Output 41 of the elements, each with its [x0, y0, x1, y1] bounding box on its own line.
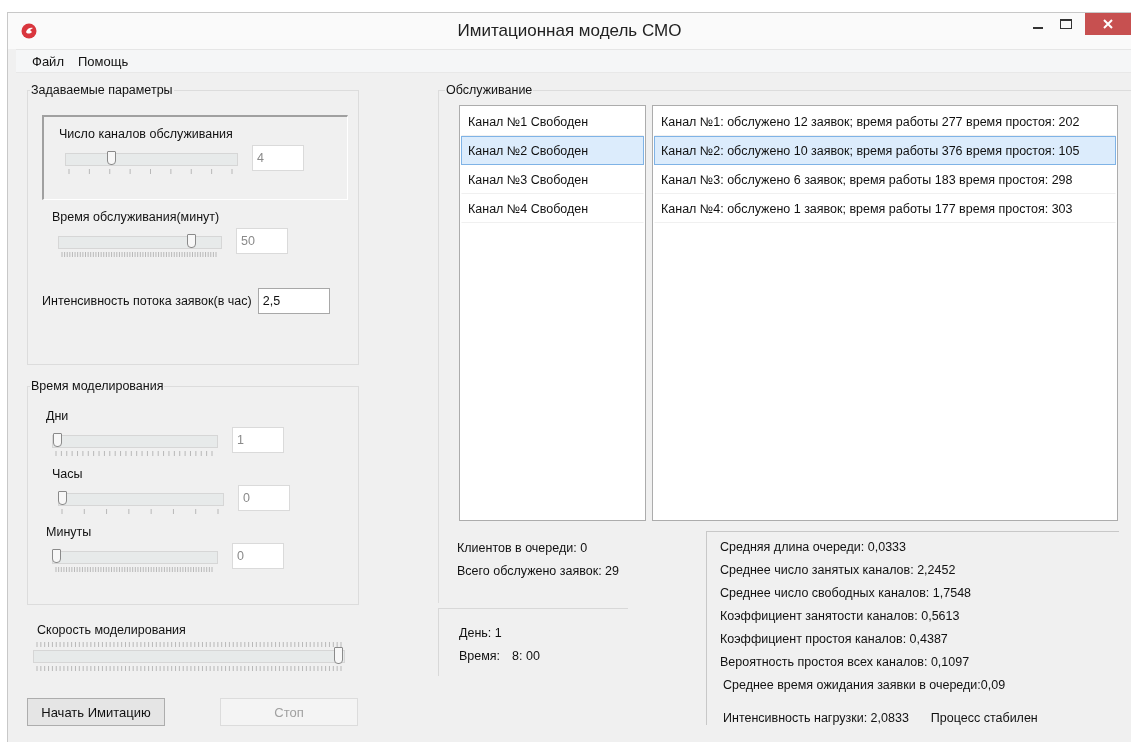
maximize-icon	[1060, 19, 1072, 29]
day-text: День: 1	[459, 626, 503, 640]
slider[interactable]	[58, 493, 224, 506]
metric-text: Среднее число занятых каналов: 2,2452	[720, 563, 957, 577]
slider-label: Минуты	[46, 525, 92, 539]
slider[interactable]	[33, 650, 345, 663]
metric-text: Среднее время ожидания заявки в очереди:0,09	[723, 678, 1007, 692]
slider[interactable]	[52, 435, 218, 448]
minimize-icon	[1033, 27, 1043, 29]
close-button[interactable]	[1085, 13, 1131, 35]
field-label: Интенсивность потока заявок(в час)	[42, 294, 252, 308]
time-value: 8: 00	[512, 649, 540, 663]
metric-text: Вероятность простоя всех каналов: 0,1097	[720, 655, 971, 669]
slider-label: Время обслуживания(минут)	[52, 210, 220, 224]
app-logo-icon	[21, 23, 37, 39]
time-label: Время:	[459, 649, 501, 663]
metric-text: Коэффициент простоя каналов: 0,4387	[720, 632, 949, 646]
slider-label: Скорость моделирования	[37, 623, 186, 637]
action-button[interactable]: Начать Имитацию	[27, 698, 165, 726]
info-text: Клиентов в очереди: 0	[457, 541, 589, 555]
metric-text: Интенсивность нагрузки: 2,0833	[723, 711, 909, 725]
metric-text: Среднее число свободных каналов: 1,7548	[720, 586, 973, 600]
menu-item[interactable]: Файл	[32, 53, 64, 69]
list-item[interactable]: Канал №2: обслужено 10 заявок; время работы 376 время простоя: 105	[654, 136, 1116, 165]
slider[interactable]	[52, 551, 218, 564]
group-title: Задаваемые параметры	[30, 83, 174, 97]
list-item[interactable]: Канал №2 Свободен	[461, 136, 644, 165]
slider-label: Число каналов обслуживания	[59, 127, 233, 141]
menu-item[interactable]: Помощь	[77, 53, 129, 69]
close-icon	[1103, 19, 1113, 29]
slider-thumb[interactable]	[334, 647, 343, 664]
slider-label: Дни	[46, 409, 69, 423]
info-text: Всего обслужено заявок: 29	[457, 564, 621, 578]
group-title: Обслуживание	[445, 83, 534, 97]
metric-text: Средняя длина очереди: 0,0333	[720, 540, 907, 554]
input-field[interactable]: 2,5	[257, 288, 330, 314]
metric-text: Коэффициент занятости каналов: 0,5613	[720, 609, 961, 623]
slider-label: Часы	[52, 467, 83, 481]
group-title: Время моделирования	[30, 379, 165, 393]
window-title: Имитационная модель СМО	[456, 21, 683, 41]
status-text: Процесс стабилен	[930, 711, 1038, 725]
